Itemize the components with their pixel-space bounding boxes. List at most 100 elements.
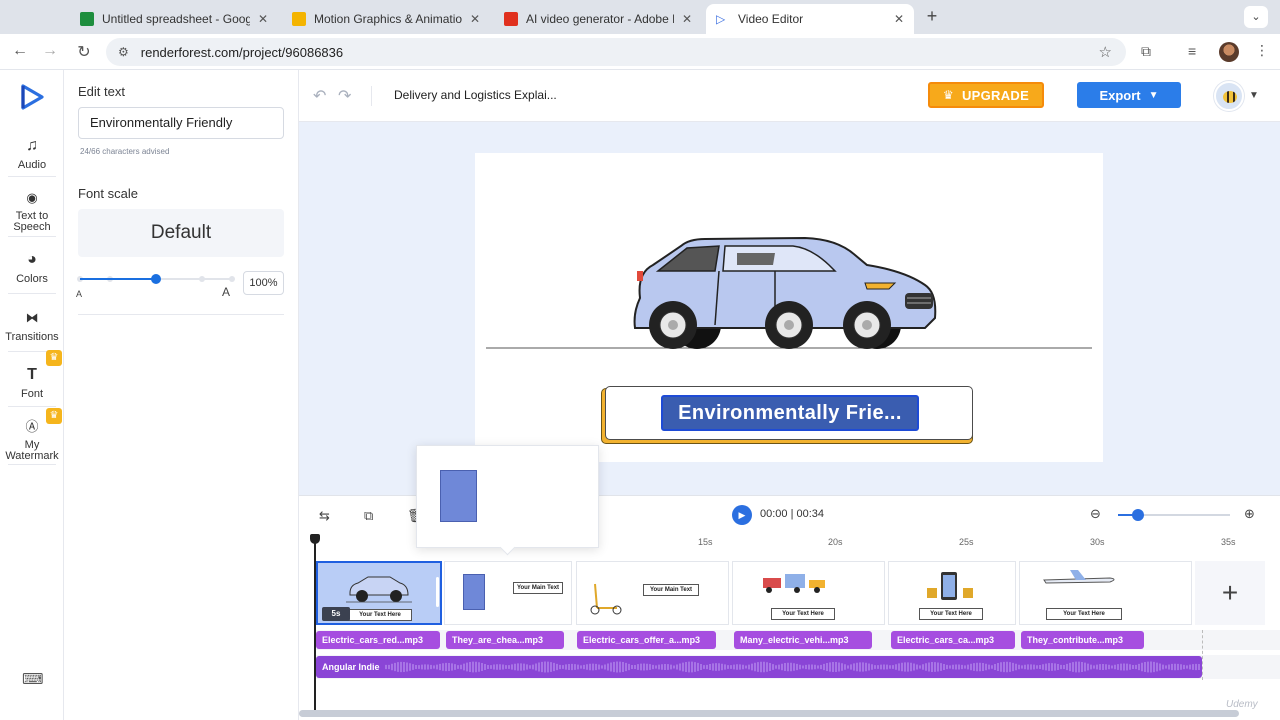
- panel-divider: [78, 314, 284, 315]
- forward-arrow-icon[interactable]: →: [40, 42, 60, 60]
- character-advice: 24/66 characters advised: [80, 147, 170, 156]
- tab-label: Untitled spreadsheet - Googl: [102, 12, 250, 26]
- redo-icon[interactable]: ↷: [338, 86, 351, 106]
- close-tab-icon[interactable]: ✕: [470, 12, 480, 26]
- scene-placard: Your Main Text: [513, 582, 563, 594]
- voiceover-clip[interactable]: Electric_cars_offer_a...mp3: [577, 631, 716, 649]
- fridge-preview-image: [440, 470, 477, 522]
- ruler-tick: 15s: [698, 537, 713, 547]
- rail-item-text-to-speech[interactable]: ◉ Text to Speech: [0, 188, 64, 233]
- browser-tab-adobe[interactable]: AI video generator - Adobe Fi ✕: [494, 4, 702, 34]
- edit-text-panel: Edit text Environmentally Friendly 24/66…: [64, 70, 299, 720]
- playhead[interactable]: [310, 534, 320, 712]
- time-separator: |: [790, 508, 794, 520]
- tab-search-chevron-icon[interactable]: ⌄: [1244, 6, 1268, 28]
- renderforest-favicon-icon: ▷: [716, 12, 726, 26]
- scene-thumbnail-selected[interactable]: Your Text Here 5s: [316, 561, 442, 625]
- font-icon: T: [27, 366, 37, 383]
- vehicles-thumbnail: [763, 574, 825, 593]
- project-title[interactable]: Delivery and Logistics Explai...: [394, 88, 557, 102]
- rail-divider: [8, 293, 56, 294]
- slider-fill: [80, 278, 156, 280]
- slider-step-dot: [229, 276, 235, 282]
- rail-item-label: Audio: [17, 159, 47, 171]
- voiceover-clip[interactable]: Electric_cars_red...mp3: [316, 631, 440, 649]
- browser-tab-video-editor[interactable]: ▷ Video Editor ✕: [706, 4, 915, 34]
- export-button[interactable]: Export ▼: [1077, 82, 1181, 108]
- browser-tab-spreadsheet[interactable]: Untitled spreadsheet - Googl ✕: [70, 4, 278, 34]
- font-scale-slider[interactable]: [77, 274, 235, 284]
- voiceover-clip[interactable]: They_are_chea...mp3: [446, 631, 564, 649]
- chevron-down-icon[interactable]: ▼: [1249, 90, 1259, 101]
- scene-placard: Your Text Here: [1046, 608, 1122, 620]
- close-tab-icon[interactable]: ✕: [894, 12, 904, 26]
- rail-item-transitions[interactable]: ⧓ Transitions: [0, 308, 64, 343]
- scene-placard: Your Text Here: [771, 608, 835, 620]
- rail-item-audio[interactable]: ♫ Audio: [0, 136, 64, 171]
- export-label: Export: [1099, 87, 1141, 103]
- voiceover-clip[interactable]: Electric_cars_ca...mp3: [891, 631, 1015, 649]
- url-field[interactable]: ⚙ renderforest.com/project/96086836 ☆: [106, 38, 1126, 66]
- scene-thumbnail[interactable]: Your Text Here: [1019, 561, 1192, 625]
- extensions-icon[interactable]: ⧉: [1141, 43, 1151, 60]
- caption-placard[interactable]: Environmentally Frie...: [601, 386, 973, 444]
- header-divider: [371, 86, 372, 106]
- keyboard-shortcuts-icon[interactable]: ⌨: [22, 670, 44, 688]
- timeline-scrollbar[interactable]: [299, 710, 1239, 717]
- reload-icon[interactable]: ↻: [74, 42, 94, 62]
- slider-thumb[interactable]: [151, 274, 161, 284]
- rail-item-label: Text to Speech: [13, 210, 51, 233]
- rail-divider: [8, 176, 56, 177]
- scene-thumbnail[interactable]: Your Main Text: [576, 561, 729, 625]
- browser-tab-motion-graphics[interactable]: Motion Graphics & Animation ✕: [282, 4, 490, 34]
- music-clip[interactable]: Angular Indie: [316, 656, 1202, 678]
- editor-header: ↶ ↷ Delivery and Logistics Explai... ♛ U…: [299, 70, 1280, 122]
- font-scale-percent-input[interactable]: 100%: [243, 271, 284, 295]
- slider-thumb[interactable]: [1132, 509, 1145, 521]
- rail-item-my-watermark[interactable]: Ⓐ My Watermark: [0, 417, 64, 462]
- renderforest-logo-icon[interactable]: [20, 84, 44, 110]
- scene-canvas[interactable]: Environmentally Frie...: [475, 153, 1103, 462]
- media-controls-icon[interactable]: ≡: [1188, 43, 1196, 59]
- back-arrow-icon[interactable]: ←: [10, 42, 30, 60]
- scene-resize-handle[interactable]: [436, 577, 439, 607]
- zoom-out-icon[interactable]: ⊖: [1090, 506, 1101, 522]
- tab-label: Motion Graphics & Animation: [314, 12, 462, 26]
- browser-profile-avatar[interactable]: [1219, 42, 1239, 62]
- close-tab-icon[interactable]: ✕: [258, 12, 268, 26]
- upgrade-button[interactable]: ♛ UPGRADE: [928, 82, 1044, 108]
- scene-thumbnail[interactable]: Your Main Text: [444, 561, 572, 625]
- rail-item-colors[interactable]: ◕ Colors: [0, 250, 64, 285]
- bookmark-star-icon[interactable]: ☆: [1099, 43, 1112, 61]
- rail-divider: [8, 464, 56, 465]
- premium-crown-icon: ♛: [46, 350, 62, 366]
- duplicate-scene-icon[interactable]: ⧉: [364, 508, 373, 524]
- rail-item-label: Font: [20, 388, 43, 400]
- voiceover-clip[interactable]: They_contribute...mp3: [1021, 631, 1144, 649]
- edit-text-heading: Edit text: [78, 84, 125, 99]
- undo-icon[interactable]: ↶: [313, 86, 326, 106]
- new-tab-button[interactable]: +: [922, 6, 942, 27]
- track-end-marker: [1202, 630, 1203, 680]
- ruler-tick: 35s: [1221, 537, 1236, 547]
- site-settings-icon[interactable]: ⚙: [118, 45, 129, 59]
- play-button[interactable]: ▶: [732, 505, 752, 525]
- zoom-in-icon[interactable]: ⊕: [1244, 506, 1255, 522]
- airplane-thumbnail: [1043, 570, 1115, 584]
- font-scale-preset[interactable]: Default: [78, 209, 284, 257]
- timeline-zoom-slider[interactable]: [1118, 509, 1230, 521]
- edit-text-input[interactable]: Environmentally Friendly: [78, 107, 284, 139]
- playback-time: 00:00 | 00:34: [760, 508, 824, 520]
- scene-thumbnail[interactable]: Your Text Here: [888, 561, 1016, 625]
- selected-caption-text[interactable]: Environmentally Frie...: [661, 395, 919, 431]
- browser-menu-icon[interactable]: ⋮: [1255, 42, 1269, 59]
- add-scene-button[interactable]: +: [1195, 561, 1265, 625]
- sheets-favicon-icon: [80, 12, 94, 26]
- close-tab-icon[interactable]: ✕: [682, 12, 692, 26]
- user-avatar[interactable]: [1214, 81, 1244, 111]
- reorder-scenes-icon[interactable]: ⇆: [319, 508, 330, 524]
- rail-item-font[interactable]: T Font: [0, 365, 64, 400]
- voiceover-clip[interactable]: Many_electric_vehi...mp3: [734, 631, 872, 649]
- scene-thumbnail[interactable]: Your Text Here: [732, 561, 885, 625]
- ruler-tick: 20s: [828, 537, 843, 547]
